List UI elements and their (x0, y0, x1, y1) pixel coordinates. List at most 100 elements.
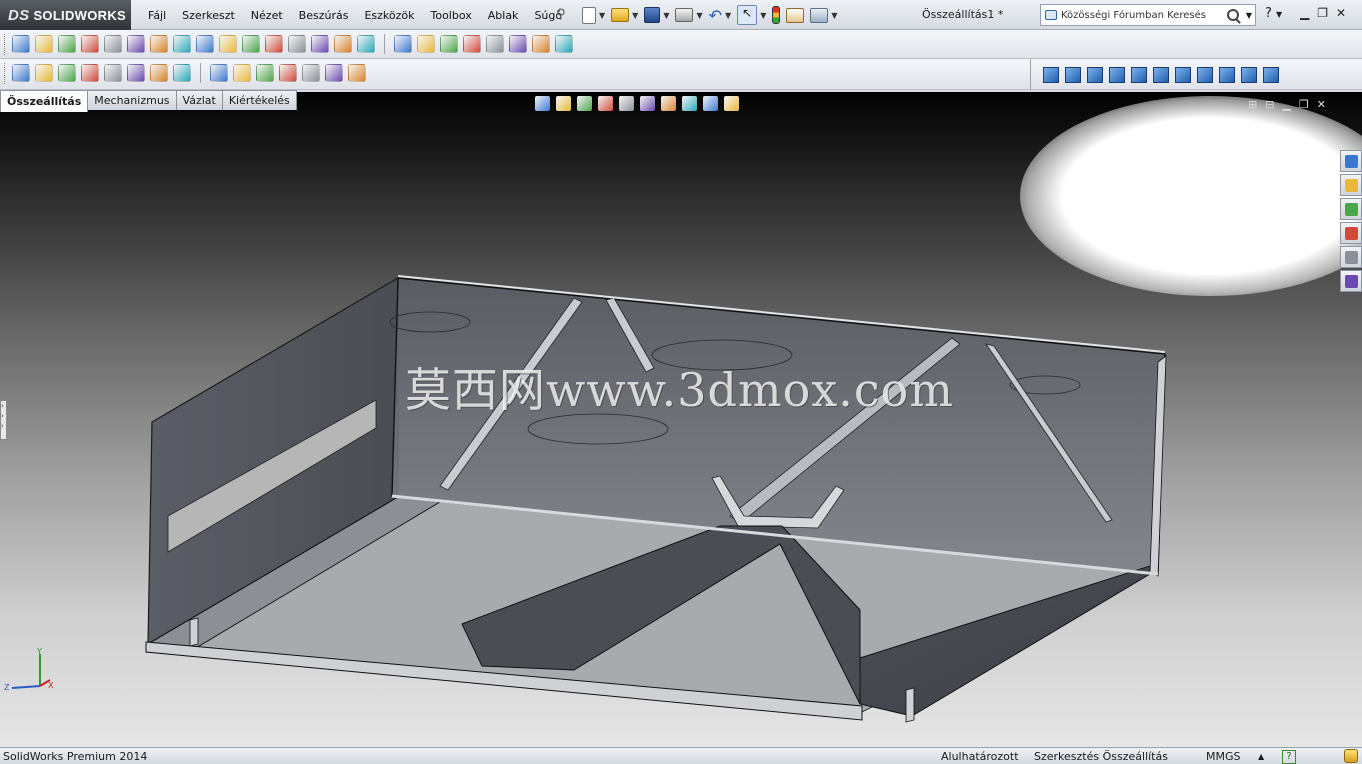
explode-line-icon[interactable] (279, 64, 297, 82)
isometric-view-icon[interactable] (1197, 66, 1213, 83)
smart-fasteners-icon[interactable] (81, 64, 99, 82)
render-icon[interactable] (486, 35, 504, 53)
status-units[interactable]: MMGS (1206, 750, 1241, 763)
help-icon[interactable]: ? ▼ (1265, 6, 1282, 21)
top-view-icon[interactable] (1153, 66, 1169, 83)
tab-assembly[interactable]: Összeállítás (0, 90, 89, 112)
minimize-icon[interactable]: ▁ (1300, 6, 1309, 20)
shaded-icon[interactable] (311, 35, 329, 53)
find-icon[interactable] (35, 35, 53, 53)
rebuild-status-icon[interactable] (1344, 749, 1358, 763)
options-icon[interactable] (810, 7, 829, 23)
open-folder-icon[interactable] (611, 8, 630, 22)
rebuild-traffic-light-icon[interactable] (772, 6, 781, 24)
save-icon[interactable] (644, 7, 661, 23)
dimetric-view-icon[interactable] (1241, 66, 1257, 83)
zoom-area-icon[interactable] (556, 96, 571, 111)
search-box[interactable]: Közösségi Fórumban Keresés ▼ (1040, 4, 1256, 26)
menu-tools[interactable]: Eszközök (356, 9, 422, 22)
menu-insert[interactable]: Beszúrás (291, 9, 357, 22)
section-view-icon[interactable] (598, 96, 613, 111)
spell-check-icon[interactable] (12, 35, 30, 53)
new-dropdown-icon[interactable]: ▼ (599, 11, 605, 20)
left-view-icon[interactable] (1109, 66, 1125, 83)
search-dropdown-icon[interactable]: ▼ (1243, 11, 1255, 20)
options-dropdown-icon[interactable]: ▼ (831, 11, 837, 20)
feature-manager-flyout-handle[interactable]: › › › (0, 400, 7, 440)
warning-icon[interactable] (242, 35, 260, 53)
snapshot-icon[interactable] (348, 64, 366, 82)
compare-icon[interactable] (288, 35, 306, 53)
options-icon[interactable] (394, 35, 412, 53)
view-palette-icon[interactable] (1340, 222, 1362, 244)
photoview-icon[interactable] (555, 35, 573, 53)
search-icon[interactable] (1227, 9, 1239, 21)
close-icon[interactable]: ✕ (1336, 6, 1346, 20)
menu-view[interactable]: Nézet (243, 9, 291, 22)
measure-icon[interactable] (58, 35, 76, 53)
status-help-icon[interactable]: ? (1282, 750, 1296, 764)
section-icon[interactable] (104, 35, 122, 53)
display-style-icon[interactable] (640, 96, 655, 111)
normal-to-icon[interactable] (1043, 66, 1059, 83)
pin-menu-icon[interactable]: ⚲ (556, 7, 566, 22)
update-icon[interactable] (325, 64, 343, 82)
print-dropdown-icon[interactable]: ▼ (696, 11, 702, 20)
file-explorer-icon[interactable] (1340, 198, 1362, 220)
tab-evaluate[interactable]: Kiértékelés (221, 90, 297, 110)
apply-scene-icon[interactable] (703, 96, 718, 111)
design-library-icon[interactable] (1340, 174, 1362, 196)
insert-component-icon[interactable] (12, 64, 30, 82)
interference-icon[interactable] (127, 35, 145, 53)
check-icon[interactable] (150, 35, 168, 53)
select-pointer-icon[interactable]: ↖ (737, 5, 758, 25)
tab-motion[interactable]: Mechanizmus (87, 90, 177, 110)
assembly-features-icon[interactable] (150, 64, 168, 82)
viewport-minimize-icon[interactable]: ▁ (1282, 98, 1290, 111)
decal-icon[interactable] (463, 35, 481, 53)
exploded-view-icon[interactable] (256, 64, 274, 82)
properties-icon[interactable] (334, 35, 352, 53)
new-document-icon[interactable] (582, 6, 596, 24)
import-icon[interactable] (357, 35, 375, 53)
camera-icon[interactable] (509, 35, 527, 53)
tile-horizontal-icon[interactable]: ⊞ (1248, 98, 1257, 111)
sum-icon[interactable] (196, 35, 214, 53)
previous-view-icon[interactable] (577, 96, 592, 111)
solidworks-logo[interactable]: DS SOLIDWORKS (0, 0, 131, 30)
viewport-restore-icon[interactable]: ❐ (1299, 98, 1309, 111)
select-dropdown-icon[interactable]: ▼ (760, 11, 766, 20)
edit-appearance-icon[interactable] (682, 96, 697, 111)
undo-icon[interactable]: ↶ (709, 6, 722, 25)
view-selector-icon[interactable] (1263, 66, 1279, 83)
toolbar-grip[interactable] (4, 63, 7, 84)
save-dropdown-icon[interactable]: ▼ (663, 11, 669, 20)
back-view-icon[interactable] (1087, 66, 1103, 83)
light-icon[interactable] (532, 35, 550, 53)
linear-pattern-icon[interactable] (58, 64, 76, 82)
search-input[interactable]: Közösségi Fórumban Keresés (1061, 10, 1223, 21)
reference-geometry-icon[interactable] (173, 64, 191, 82)
view-orientation-icon[interactable] (619, 96, 634, 111)
new-motion-study-icon[interactable] (210, 64, 228, 82)
menu-file[interactable]: Fájl (140, 9, 174, 22)
toolbar-grip[interactable] (4, 34, 7, 55)
print-icon[interactable] (675, 8, 694, 22)
tools-icon[interactable] (219, 35, 237, 53)
show-hidden-icon[interactable] (127, 64, 145, 82)
checkbox-icon[interactable] (173, 35, 191, 53)
appearances-icon[interactable] (1340, 246, 1362, 268)
custom-properties-icon[interactable] (1340, 270, 1362, 292)
front-view-icon[interactable] (1065, 66, 1081, 83)
bill-of-materials-icon[interactable] (233, 64, 251, 82)
scene-icon[interactable] (440, 35, 458, 53)
menu-toolbox[interactable]: Toolbox (423, 9, 480, 22)
mass-props-icon[interactable] (81, 35, 99, 53)
hide-show-icon[interactable] (661, 96, 676, 111)
trimetric-view-icon[interactable] (1219, 66, 1235, 83)
solidworks-resources-icon[interactable] (1340, 150, 1362, 172)
graphics-area[interactable]: 莫西网www.3dmox.com (0, 92, 1362, 747)
tile-vertical-icon[interactable]: ⊟ (1265, 98, 1274, 111)
menu-edit[interactable]: Szerkeszt (174, 9, 243, 22)
right-view-icon[interactable] (1131, 66, 1147, 83)
